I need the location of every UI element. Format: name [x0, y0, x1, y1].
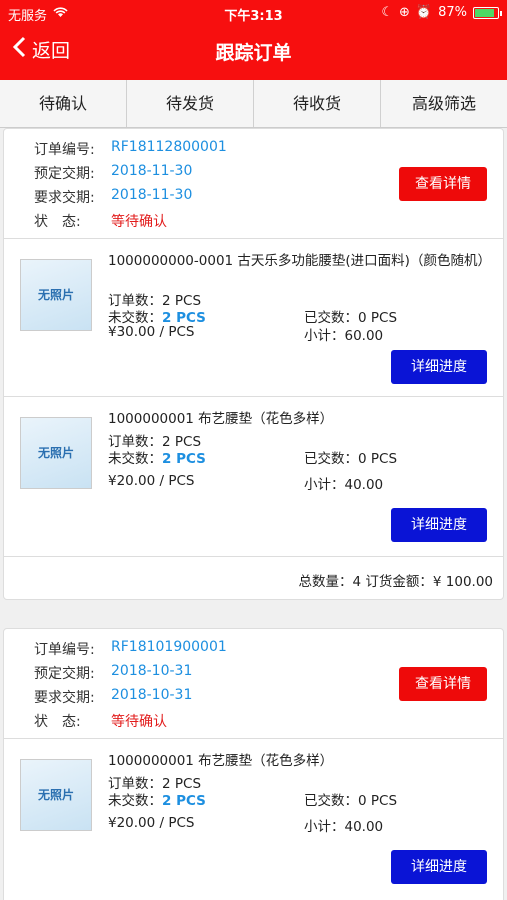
battery-level — [475, 8, 494, 17]
order-info: 订单编号: RF18101900001 预定交期: 2018-10-31 要求交期:… — [4, 629, 503, 739]
subtotal: 小计：40.00 — [304, 477, 384, 493]
tab-pending-receive[interactable]: 待收货 — [254, 80, 381, 127]
status-value: 等待确认 — [111, 214, 167, 230]
planned-date-value: 2018-10-31 — [111, 663, 193, 679]
delivered-qty: 已交数：0 PCS — [304, 451, 398, 467]
product-thumbnail: 无照片 — [20, 259, 92, 331]
undelivered-qty: 未交数：2 PCS — [108, 310, 206, 326]
undelivered-qty: 未交数：2 PCS — [108, 793, 206, 809]
view-detail-button[interactable]: 查看详情 — [399, 167, 487, 201]
order-no-value: RF18101900001 — [111, 639, 227, 655]
delivered-qty: 已交数：0 PCS — [304, 793, 398, 809]
required-date-value: 2018-11-30 — [111, 187, 193, 203]
order-item: 无照片 1000000001 布艺腰垫（花色多样） 订单数：2 PCS 未交数：… — [4, 739, 503, 900]
no-photo-label: 无照片 — [37, 788, 74, 802]
progress-detail-button[interactable]: 详细进度 — [391, 350, 487, 384]
required-date-label: 要求交期: — [34, 690, 95, 706]
header-bar: 无服务 下午3:13 ☾ ⊕ ⏰ 87% 返回 跟踪订单 — [0, 0, 507, 80]
product-thumbnail: 无照片 — [20, 417, 92, 489]
page-title: 跟踪订单 — [215, 42, 292, 64]
status-value: 等待确认 — [111, 714, 167, 730]
status-bar: 无服务 下午3:13 ☾ ⊕ ⏰ 87% — [0, 0, 507, 26]
planned-date-value: 2018-11-30 — [111, 163, 193, 179]
undelivered-value: 2 PCS — [162, 451, 206, 467]
battery-icon — [473, 6, 502, 19]
moon-icon: ☾ — [381, 5, 393, 20]
lock-rotation-icon: ⊕ — [399, 5, 410, 20]
undelivered-qty: 未交数：2 PCS — [108, 451, 206, 467]
unit-price: ¥30.00 / PCS — [108, 324, 195, 340]
item-title: 1000000001 布艺腰垫（花色多样） — [108, 411, 334, 427]
order-item: 无照片 1000000000-0001 古天乐多功能腰垫(进口面料)（颜色随机）… — [4, 239, 503, 397]
product-thumbnail: 无照片 — [20, 759, 92, 831]
battery-percent: 87% — [438, 5, 467, 20]
required-date-value: 2018-10-31 — [111, 687, 193, 703]
item-title: 1000000001 布艺腰垫（花色多样） — [108, 753, 334, 769]
planned-date-label: 预定交期: — [34, 166, 95, 182]
order-no-label: 订单编号: — [34, 142, 95, 158]
unit-price: ¥20.00 / PCS — [108, 815, 195, 831]
unit-price: ¥20.00 / PCS — [108, 473, 195, 489]
order-info: 订单编号: RF18112800001 预定交期: 2018-11-30 要求交期:… — [4, 129, 503, 239]
tab-advanced-filter[interactable]: 高级筛选 — [381, 80, 507, 127]
order-card: 订单编号: RF18101900001 预定交期: 2018-10-31 要求交期:… — [3, 628, 504, 900]
required-date-label: 要求交期: — [34, 190, 95, 206]
view-detail-button[interactable]: 查看详情 — [399, 667, 487, 701]
status-label: 状 态: — [34, 214, 81, 230]
alarm-icon: ⏰ — [415, 5, 433, 20]
filter-tabs: 待确认 待发货 待收货 高级筛选 — [0, 80, 507, 128]
no-photo-label: 无照片 — [37, 288, 74, 302]
order-no-label: 订单编号: — [34, 642, 95, 658]
order-item: 无照片 1000000001 布艺腰垫（花色多样） 订单数：2 PCS 未交数：… — [4, 397, 503, 557]
undelivered-value: 2 PCS — [162, 793, 206, 809]
order-no-value: RF18112800001 — [111, 139, 227, 155]
no-photo-label: 无照片 — [37, 446, 74, 460]
subtotal: 小计：60.00 — [304, 328, 384, 344]
status-label: 状 态: — [34, 714, 81, 730]
progress-detail-button[interactable]: 详细进度 — [391, 850, 487, 884]
subtotal: 小计：40.00 — [304, 819, 384, 835]
tab-pending-ship[interactable]: 待发货 — [127, 80, 254, 127]
tab-pending-confirm[interactable]: 待确认 — [0, 80, 127, 127]
delivered-qty: 已交数：0 PCS — [304, 310, 398, 326]
order-summary: 总数量：4 订货金额：¥ 100.00 — [298, 574, 494, 590]
item-title: 1000000000-0001 古天乐多功能腰垫(进口面料)（颜色随机） — [108, 253, 491, 269]
order-card: 订单编号: RF18112800001 预定交期: 2018-11-30 要求交期:… — [3, 128, 504, 600]
planned-date-label: 预定交期: — [34, 666, 95, 682]
progress-detail-button[interactable]: 详细进度 — [391, 508, 487, 542]
